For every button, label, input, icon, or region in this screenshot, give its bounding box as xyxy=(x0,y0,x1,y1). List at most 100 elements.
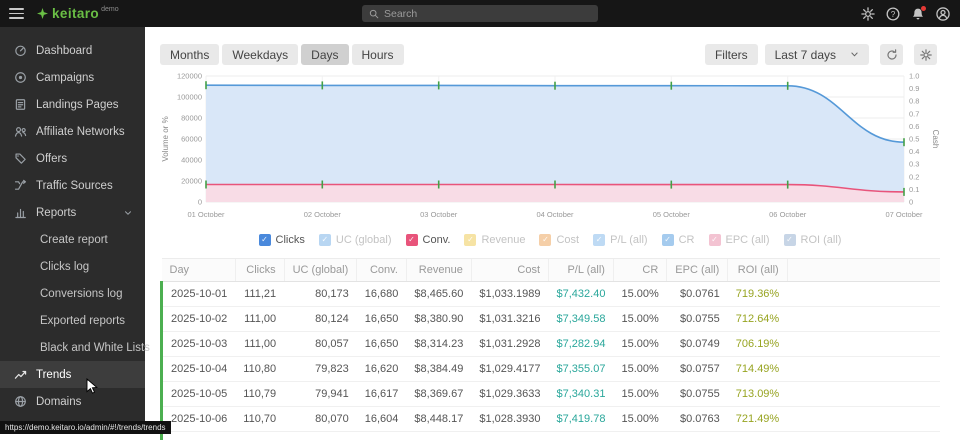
refresh-icon xyxy=(886,49,898,61)
cell-p-l-all: $7,355.07 xyxy=(549,357,614,382)
column-header-conv[interactable]: Conv. xyxy=(357,259,407,282)
legend-checkbox[interactable]: ✓ xyxy=(539,234,551,246)
svg-text:80000: 80000 xyxy=(181,114,202,123)
sidebar-item-clicks-log[interactable]: Clicks log xyxy=(0,253,145,280)
cell-filler xyxy=(787,407,940,432)
chart-settings-button[interactable] xyxy=(914,44,937,65)
column-header-epc-all[interactable]: EPC (all) xyxy=(667,259,728,282)
svg-text:07 October: 07 October xyxy=(885,210,923,219)
legend-checkbox[interactable]: ✓ xyxy=(709,234,721,246)
legend-label: Cost xyxy=(556,234,579,246)
logo-badge: demo xyxy=(101,6,119,13)
user-avatar[interactable] xyxy=(936,7,950,21)
legend-checkbox[interactable]: ✓ xyxy=(406,234,418,246)
refresh-button[interactable] xyxy=(880,44,903,65)
tab-weekdays[interactable]: Weekdays xyxy=(222,44,298,65)
settings-gear-icon[interactable] xyxy=(861,7,875,21)
filters-button[interactable]: Filters xyxy=(705,44,758,65)
legend-item-revenue[interactable]: ✓Revenue xyxy=(464,234,525,246)
cell-clicks: 110,79 xyxy=(235,382,284,407)
cell-day: 2025-10-06 xyxy=(162,407,236,432)
sidebar-item-landings-pages[interactable]: Landings Pages xyxy=(0,91,145,118)
legend-item-cost[interactable]: ✓ Cost xyxy=(539,234,579,246)
tab-months[interactable]: Months xyxy=(160,44,219,65)
legend-checkbox[interactable]: ✓ xyxy=(464,234,476,246)
column-header-cost[interactable]: Cost xyxy=(471,259,548,282)
sidebar-item-trends[interactable]: Trends xyxy=(0,361,145,388)
legend-checkbox[interactable]: ✓ xyxy=(784,234,796,246)
sidebar-item-label: Traffic Sources xyxy=(36,180,113,192)
cell-cost: $1,033.1989 xyxy=(471,282,548,307)
cell-filler xyxy=(787,282,940,307)
sidebar-item-label: Black and White Lists xyxy=(40,342,150,354)
cell-roi-all: 706.19% xyxy=(728,332,787,357)
cell-p-l-all: $7,349.58 xyxy=(549,307,614,332)
status-url: https://demo.keitaro.io/admin/#!/trends/… xyxy=(0,421,171,434)
trends-chart[interactable]: 02000040000600008000010000012000000.10.2… xyxy=(160,70,940,226)
tab-hours[interactable]: Hours xyxy=(352,44,404,65)
sidebar-item-campaigns[interactable]: Campaigns xyxy=(0,64,145,91)
sidebar-item-offers[interactable]: Offers xyxy=(0,145,145,172)
search-input[interactable] xyxy=(384,8,591,20)
logo[interactable]: keitaro demo xyxy=(37,6,119,21)
date-range-select[interactable]: Last 7 days xyxy=(765,44,869,65)
search-icon xyxy=(369,9,379,19)
cell-clicks: 110,80 xyxy=(235,357,284,382)
cell-cost: $1,029.3633 xyxy=(471,382,548,407)
sidebar-item-dashboard[interactable]: Dashboard xyxy=(0,37,145,64)
cell-cost: $1,031.2928 xyxy=(471,332,548,357)
column-header-cr[interactable]: CR xyxy=(613,259,666,282)
legend-item-cr[interactable]: ✓CR xyxy=(662,234,695,246)
cell-conv: 16,620 xyxy=(357,357,407,382)
legend-item-roi-all[interactable]: ✓ROI (all) xyxy=(784,234,842,246)
notifications-bell-icon[interactable] xyxy=(911,7,925,21)
sidebar-item-label: Campaigns xyxy=(36,72,94,84)
column-header-day[interactable]: Day xyxy=(162,259,236,282)
legend-label: UC (global) xyxy=(336,234,392,246)
svg-text:0.6: 0.6 xyxy=(909,122,919,131)
sidebar-item-affiliate-networks[interactable]: Affiliate Networks xyxy=(0,118,145,145)
cell-roi-all: 712.64% xyxy=(728,307,787,332)
cell-conv: 16,680 xyxy=(357,282,407,307)
svg-text:0.9: 0.9 xyxy=(909,84,919,93)
sidebar-item-create-report[interactable]: Create report xyxy=(0,226,145,253)
cell-epc-all: $0.0755 xyxy=(667,307,728,332)
sidebar-item-black-and-white-lists[interactable]: Black and White Lists xyxy=(0,334,145,361)
tab-days[interactable]: Days xyxy=(301,44,348,65)
sidebar-item-traffic-sources[interactable]: Traffic Sources xyxy=(0,172,145,199)
cell-cr: 15.00% xyxy=(613,357,666,382)
legend-checkbox[interactable]: ✓ xyxy=(662,234,674,246)
help-icon[interactable]: ? xyxy=(886,7,900,21)
menu-icon[interactable] xyxy=(9,8,24,19)
legend-checkbox[interactable]: ✓ xyxy=(593,234,605,246)
sidebar-item-reports[interactable]: Reports xyxy=(0,199,145,226)
legend-item-conv[interactable]: ✓Conv. xyxy=(406,234,451,246)
column-header-clicks[interactable]: Clicks xyxy=(235,259,284,282)
legend-checkbox[interactable]: ✓ xyxy=(259,234,271,246)
legend-item-clicks[interactable]: ✓Clicks xyxy=(259,234,305,246)
column-header-roi-all[interactable]: ROI (all) xyxy=(728,259,787,282)
sidebar-item-exported-reports[interactable]: Exported reports xyxy=(0,307,145,334)
legend-item-p-l-all[interactable]: ✓P/L (all) xyxy=(593,234,648,246)
sidebar-item-label: Dashboard xyxy=(36,45,92,57)
column-header-uc-global[interactable]: UC (global) xyxy=(284,259,357,282)
chevron-down-icon xyxy=(123,208,133,218)
chart-legend: ✓Clicks✓UC (global)✓Conv.✓Revenue✓Cost✓P… xyxy=(160,232,940,248)
svg-text:?: ? xyxy=(891,9,896,18)
sidebar-item-conversions-log[interactable]: Conversions log xyxy=(0,280,145,307)
svg-text:02 October: 02 October xyxy=(304,210,342,219)
column-header-p-l-all[interactable]: P/L (all) xyxy=(549,259,614,282)
legend-item-uc-global[interactable]: ✓ UC (global) xyxy=(319,234,392,246)
search-bar[interactable] xyxy=(362,5,598,22)
granularity-tabs: MonthsWeekdaysDaysHours xyxy=(160,44,407,65)
cell-day: 2025-10-03 xyxy=(162,332,236,357)
table-header-row: DayClicksUC (global)Conv.RevenueCostP/L … xyxy=(162,259,941,282)
legend-item-epc-all[interactable]: ✓EPC (all) xyxy=(709,234,770,246)
cell-p-l-all: $7,419.78 xyxy=(549,407,614,432)
legend-checkbox[interactable]: ✓ xyxy=(319,234,331,246)
sidebar-item-domains[interactable]: Domains xyxy=(0,388,145,415)
svg-text:0.1: 0.1 xyxy=(909,185,919,194)
column-header-revenue[interactable]: Revenue xyxy=(406,259,471,282)
sidebar-item-label: Conversions log xyxy=(40,288,122,300)
cell-roi-all: 721.49% xyxy=(728,407,787,432)
